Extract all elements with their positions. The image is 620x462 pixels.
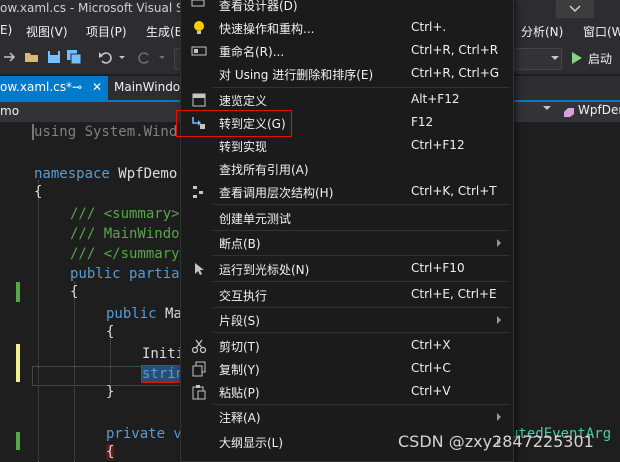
- pin-icon[interactable]: ⊸: [72, 80, 82, 94]
- context-menu: 查看设计器(D) 快速操作和重构... Ctrl+. 重命名(R)... Ctr…: [176, 0, 514, 462]
- indent-guide: [38, 180, 39, 462]
- menu-view[interactable]: 视图(V): [26, 23, 68, 40]
- menu-project[interactable]: 项目(P): [86, 23, 127, 40]
- class-icon: [564, 108, 574, 117]
- code-line: namespace WpfDemo: [34, 166, 177, 182]
- menu-separator: [213, 204, 509, 205]
- nav-scope-left[interactable]: mo: [0, 104, 19, 118]
- code-using: using System.Wind: [34, 124, 178, 140]
- menu-item-rename[interactable]: 重命名(R)... Ctrl+R, Ctrl+R: [181, 39, 513, 62]
- tab-mainwindow[interactable]: MainWindow: [110, 76, 190, 100]
- paste-icon: [192, 385, 206, 400]
- open-folder-icon[interactable]: [24, 49, 40, 65]
- goto-definition-icon: [192, 117, 205, 129]
- menu-item-execute-interactive[interactable]: 交互执行 Ctrl+E, Ctrl+E: [181, 283, 513, 306]
- menu-analyze[interactable]: 分析(N): [521, 23, 563, 40]
- menu-item-find-all-references[interactable]: 查找所有引用(A): [181, 157, 513, 180]
- menu-item-peek-definition[interactable]: 速览定义 Alt+F12: [181, 88, 513, 111]
- tab-label: MainWindow: [114, 80, 190, 94]
- menu-item-snippets[interactable]: 片段(S): [181, 308, 513, 331]
- chevron-down-icon[interactable]: [543, 106, 551, 112]
- code-line: }: [106, 384, 115, 400]
- menu-item-create-unit-tests[interactable]: 创建单元测试: [181, 206, 513, 229]
- chevron-down-icon: [551, 56, 559, 60]
- save-all-icon[interactable]: [66, 49, 82, 65]
- call-hierarchy-icon: [193, 186, 203, 198]
- rename-icon: [191, 46, 207, 56]
- code-keyword: namespace: [34, 166, 110, 182]
- menu-separator: [213, 332, 509, 333]
- close-icon[interactable]: ✕: [92, 80, 102, 94]
- lightbulb-icon: [194, 21, 204, 34]
- code-line: private v: [106, 426, 182, 442]
- code-line: Initi: [142, 346, 185, 362]
- play-icon[interactable]: [572, 52, 582, 64]
- copy-icon: [192, 361, 206, 377]
- selected-type-keyword[interactable]: strin: [140, 365, 186, 383]
- menu-window[interactable]: 窗口(W: [583, 23, 620, 40]
- submenu-arrow-icon: [497, 413, 501, 421]
- redo-dropdown-icon[interactable]: [158, 49, 166, 65]
- dropdown-chevron-button[interactable]: [556, 0, 594, 18]
- code-line: {: [70, 284, 79, 300]
- menu-item-paste[interactable]: 粘贴(P) Ctrl+V: [181, 380, 513, 403]
- watermark: CSDN @zxy2847225301: [398, 432, 594, 451]
- tab-label: ow.xaml.cs*: [0, 80, 73, 94]
- code-line: {: [34, 184, 43, 200]
- nav-scope-right[interactable]: WpfDem: [578, 103, 620, 117]
- undo-icon[interactable]: [98, 49, 114, 65]
- code-line: {: [106, 324, 115, 340]
- peek-icon: [192, 93, 206, 107]
- code-keyword: public: [106, 306, 157, 322]
- change-marker: [16, 282, 20, 302]
- menu-build[interactable]: 生成(B: [146, 23, 183, 40]
- menu-item-view-call-hierarchy[interactable]: 查看调用层次结构(H) Ctrl+K, Ctrl+T: [181, 180, 513, 203]
- menu-item-cut[interactable]: 剪切(T) Ctrl+X: [181, 334, 513, 357]
- code-comment: /// </summary>: [70, 246, 189, 262]
- menu-item-run-to-cursor[interactable]: 运行到光标处(N) Ctrl+F10: [181, 257, 513, 280]
- cut-icon: [191, 339, 207, 354]
- chevron-down-icon: [569, 5, 581, 13]
- tab-xaml-cs[interactable]: ow.xaml.cs* ⊸ ✕: [0, 76, 108, 100]
- code-comment: /// MainWindo: [70, 226, 180, 242]
- run-to-cursor-icon: [195, 263, 204, 275]
- submenu-arrow-icon: [497, 316, 501, 324]
- save-icon[interactable]: [46, 49, 62, 65]
- menu-separator: [213, 255, 509, 256]
- code-line: {: [106, 444, 115, 460]
- code-text: WpfDemo: [109, 166, 178, 182]
- menu-item-go-to-definition[interactable]: 转到定义(G) F12: [181, 111, 513, 134]
- menu-item-view-designer[interactable]: 查看设计器(D): [181, 0, 513, 16]
- code-line: using System.Wind: [32, 124, 177, 140]
- change-marker: [16, 432, 20, 450]
- undo-dropdown-icon[interactable]: [118, 49, 126, 65]
- code-text: Ma: [156, 306, 182, 322]
- nav-arrow-icon[interactable]: [2, 49, 18, 65]
- platform-combo[interactable]: [514, 48, 562, 70]
- change-marker: [16, 344, 20, 382]
- menu-item-comment[interactable]: 注释(A): [181, 405, 513, 428]
- menu-separator: [213, 281, 509, 282]
- menu-item-breakpoint[interactable]: 断点(B): [181, 231, 513, 254]
- menu-item-copy[interactable]: 复制(Y) Ctrl+C: [181, 357, 513, 380]
- redo-icon[interactable]: [136, 49, 152, 65]
- submenu-arrow-icon: [497, 239, 501, 247]
- code-comment: /// <summary>: [70, 206, 180, 222]
- code-line: public Ma: [106, 306, 182, 322]
- menu-item-go-to-implementation[interactable]: 转到实现 Ctrl+F12: [181, 134, 513, 157]
- menu-item-remove-sort-usings[interactable]: 对 Using 进行删除和排序(E) Ctrl+R, Ctrl+G: [181, 62, 513, 85]
- start-button[interactable]: 启动: [588, 50, 612, 67]
- menu-edit[interactable]: E): [0, 23, 12, 37]
- menu-item-quick-actions[interactable]: 快速操作和重构... Ctrl+.: [181, 16, 513, 39]
- designer-icon: [191, 0, 205, 7]
- code-line: public partia: [70, 266, 180, 282]
